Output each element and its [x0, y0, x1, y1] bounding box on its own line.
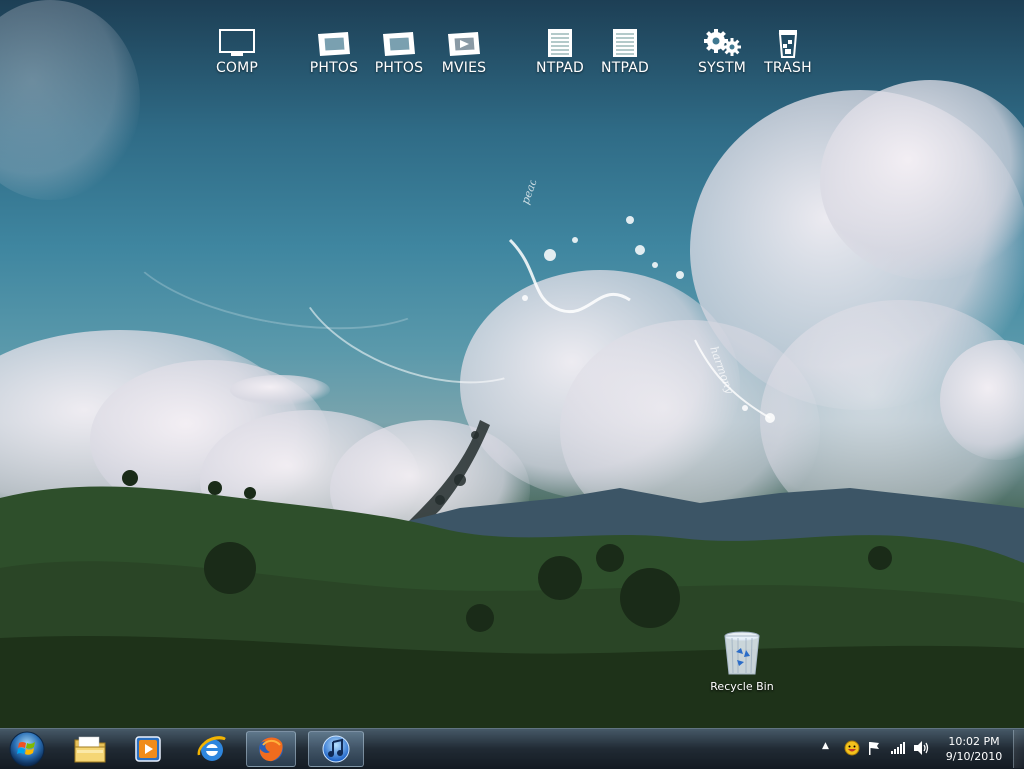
shortcut-label: TRASH: [764, 60, 812, 76]
shortcut-computer[interactable]: COMP: [205, 28, 269, 76]
taskbar-internet-explorer[interactable]: [184, 731, 240, 767]
shortcut-label: COMP: [215, 60, 259, 76]
recycle-bin-shortcut[interactable]: Recycle Bin: [700, 630, 784, 693]
shortcut-label: PHTOS: [374, 60, 424, 76]
shortcut-photos[interactable]: PHTOS: [367, 28, 431, 76]
taskbar-clock[interactable]: 10:02 PM 9/10/2010: [938, 734, 1010, 764]
itunes-icon: [322, 735, 350, 763]
notepad-icon: [548, 29, 572, 57]
taskbar-firefox[interactable]: [246, 731, 296, 767]
show-hidden-icons-chevron[interactable]: ▲: [822, 741, 829, 751]
folder-icon: [74, 736, 106, 763]
photos-folder-icon: [318, 32, 350, 56]
monitor-icon: [219, 29, 255, 56]
show-desktop-button[interactable]: [1013, 730, 1024, 768]
windows-orb-icon: [9, 731, 45, 767]
ie-icon: [197, 736, 226, 761]
clock-date: 9/10/2010: [945, 750, 1003, 763]
shortcut-label: PHTOS: [309, 60, 359, 76]
recycle-bin-label: Recycle Bin: [710, 680, 774, 693]
shortcut-trash[interactable]: TRASH: [756, 28, 820, 76]
landscape-hills: [0, 470, 1024, 728]
network-signal-icon[interactable]: [890, 741, 906, 755]
movies-folder-icon: [448, 32, 480, 56]
gears-icon: [704, 29, 741, 56]
shortcut-photos[interactable]: PHTOS: [302, 28, 366, 76]
firefox-icon: [259, 737, 283, 762]
shortcut-notepad[interactable]: NTPAD: [528, 28, 592, 76]
shortcut-system[interactable]: SYSTM: [690, 28, 754, 76]
photos-folder-icon: [383, 32, 415, 56]
messenger-icon[interactable]: [844, 740, 860, 756]
shortcut-label: SYSTM: [698, 60, 746, 76]
shortcut-label: NTPAD: [601, 60, 649, 76]
shortcut-label: MVIES: [441, 60, 487, 76]
recycle-bin-icon: [724, 631, 760, 675]
media-player-icon: [135, 736, 161, 762]
shortcut-notepad[interactable]: NTPAD: [593, 28, 657, 76]
action-center-flag-icon[interactable]: [867, 741, 881, 755]
notepad-icon: [613, 29, 637, 57]
trash-icon: [778, 30, 798, 58]
clock-time: 10:02 PM: [948, 735, 1000, 748]
taskbar-media-player[interactable]: [120, 731, 176, 767]
shortcut-label: NTPAD: [536, 60, 584, 76]
taskbar: ▲ 10:02 PM 9/10/2010: [0, 728, 1024, 769]
volume-icon[interactable]: [913, 740, 931, 756]
shortcut-movies[interactable]: MVIES: [432, 28, 496, 76]
wallpaper-word-peace: peace: [519, 180, 543, 206]
cloud: [820, 80, 1024, 280]
desktop-wallpaper: peace harmony human country nature life …: [0, 0, 1024, 728]
taskbar-explorer[interactable]: [62, 731, 118, 767]
wallpaper-word-harmony: harmony: [707, 345, 736, 396]
taskbar-itunes[interactable]: [308, 731, 364, 767]
cloud: [0, 0, 140, 200]
start-button[interactable]: [2, 729, 52, 769]
